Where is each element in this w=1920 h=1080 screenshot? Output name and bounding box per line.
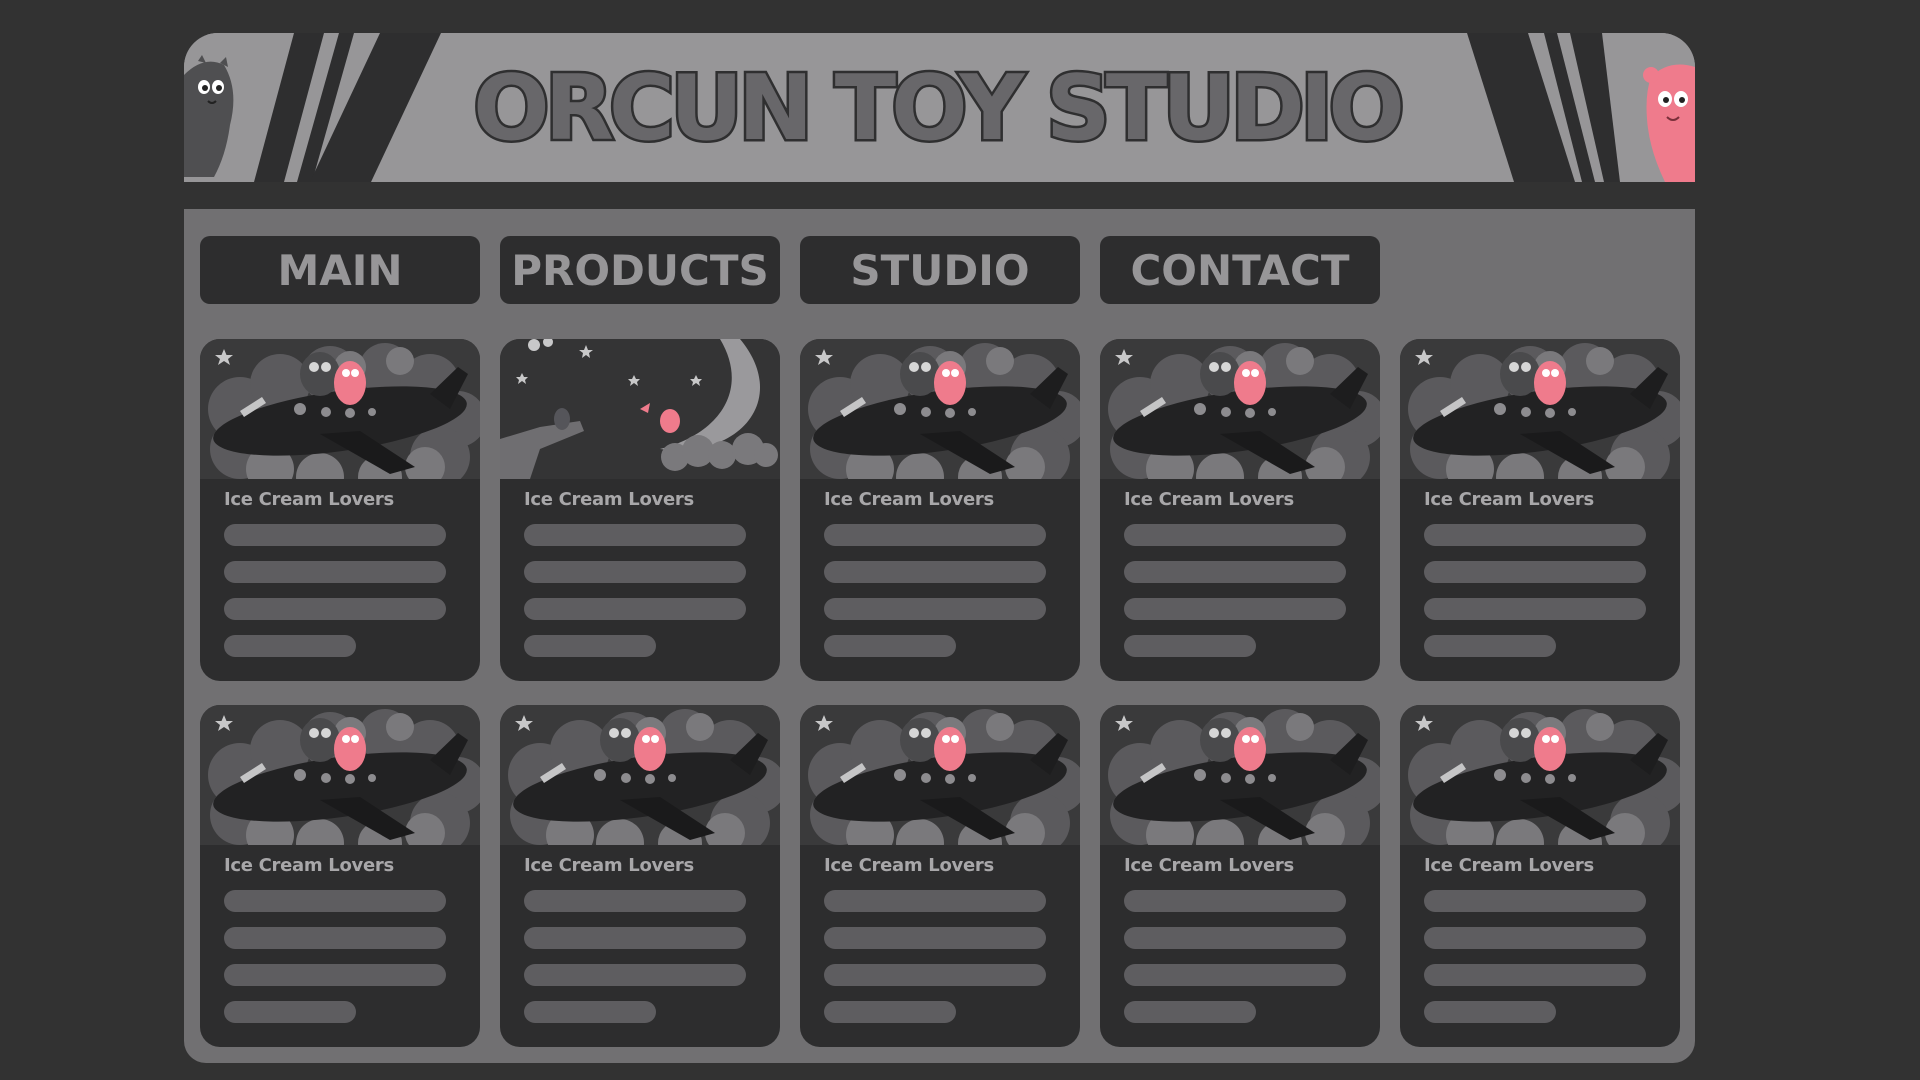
text-placeholder-line: [1124, 1001, 1256, 1023]
airplane-monsters-illustration: [1100, 339, 1380, 479]
card-title: Ice Cream Lovers: [224, 489, 394, 510]
text-placeholder-line: [224, 927, 446, 949]
airplane-monsters-illustration: [800, 339, 1080, 479]
text-placeholder-line: [524, 964, 746, 986]
content-panel: MAIN PRODUCTS STUDIO CONTACT Ice Cream L…: [184, 209, 1695, 1063]
text-placeholder-line: [224, 524, 446, 546]
product-card[interactable]: Ice Cream Lovers: [1400, 705, 1680, 1047]
product-card[interactable]: Ice Cream Lovers: [200, 705, 480, 1047]
product-card[interactable]: Ice Cream Lovers: [1100, 705, 1380, 1047]
airplane-monsters-illustration: [1400, 705, 1680, 845]
text-placeholder-line: [824, 598, 1046, 620]
text-placeholder-line: [224, 635, 356, 657]
text-placeholder-line: [1124, 927, 1346, 949]
text-placeholder-line: [224, 598, 446, 620]
gray-monster-icon: [184, 55, 234, 177]
product-card[interactable]: Ice Cream Lovers: [800, 705, 1080, 1047]
product-card[interactable]: Ice Cream Lovers: [1100, 339, 1380, 681]
text-placeholder-line: [524, 927, 746, 949]
product-card[interactable]: Ice Cream Lovers: [500, 705, 780, 1047]
text-placeholder-line: [524, 635, 656, 657]
airplane-monsters-illustration: [200, 705, 480, 845]
text-placeholder-line: [824, 964, 1046, 986]
text-placeholder-line: [1424, 890, 1646, 912]
card-title: Ice Cream Lovers: [1124, 855, 1294, 876]
text-placeholder-line: [524, 598, 746, 620]
text-placeholder-line: [224, 890, 446, 912]
airplane-monsters-illustration: [1400, 339, 1680, 479]
site-title[interactable]: ORCUN TOY STUDIO: [471, 54, 1408, 164]
card-title: Ice Cream Lovers: [524, 855, 694, 876]
text-placeholder-line: [224, 1001, 356, 1023]
airplane-monsters-illustration: [500, 705, 780, 845]
text-placeholder-line: [1124, 598, 1346, 620]
card-title: Ice Cream Lovers: [1124, 489, 1294, 510]
text-placeholder-line: [1124, 524, 1346, 546]
main-nav: MAIN PRODUCTS STUDIO CONTACT: [200, 236, 1380, 304]
text-placeholder-line: [1424, 561, 1646, 583]
text-placeholder-line: [1424, 927, 1646, 949]
product-card[interactable]: Ice Cream Lovers: [200, 339, 480, 681]
text-placeholder-line: [1124, 635, 1256, 657]
text-placeholder-line: [224, 964, 446, 986]
text-placeholder-line: [824, 890, 1046, 912]
text-placeholder-line: [224, 561, 446, 583]
page-frame: ORCUN TOY STUDIO MAIN PRODUCTS STUDIO CO…: [184, 33, 1695, 1063]
text-placeholder-line: [824, 927, 1046, 949]
text-placeholder-line: [1424, 598, 1646, 620]
text-placeholder-line: [524, 561, 746, 583]
product-card[interactable]: Ice Cream Lovers: [500, 339, 780, 681]
text-placeholder-line: [524, 890, 746, 912]
product-grid: Ice Cream Lovers Ice Cream Lovers Ice Cr…: [200, 339, 1680, 1047]
product-card[interactable]: Ice Cream Lovers: [800, 339, 1080, 681]
nav-main-button[interactable]: MAIN: [200, 236, 480, 304]
card-title: Ice Cream Lovers: [824, 855, 994, 876]
text-placeholder-line: [824, 1001, 956, 1023]
airplane-monsters-illustration: [800, 705, 1080, 845]
card-title: Ice Cream Lovers: [1424, 489, 1594, 510]
airplane-monsters-illustration: [200, 339, 480, 479]
card-title: Ice Cream Lovers: [1424, 855, 1594, 876]
text-placeholder-line: [524, 524, 746, 546]
nav-products-button[interactable]: PRODUCTS: [500, 236, 780, 304]
card-title: Ice Cream Lovers: [824, 489, 994, 510]
card-title: Ice Cream Lovers: [224, 855, 394, 876]
text-placeholder-line: [1124, 964, 1346, 986]
text-placeholder-line: [824, 635, 956, 657]
product-card[interactable]: Ice Cream Lovers: [1400, 339, 1680, 681]
text-placeholder-line: [824, 524, 1046, 546]
text-placeholder-line: [1424, 635, 1556, 657]
text-placeholder-line: [1124, 890, 1346, 912]
pink-monster-icon: [1643, 64, 1695, 182]
airplane-monsters-illustration: [1100, 705, 1380, 845]
site-header: ORCUN TOY STUDIO: [184, 33, 1695, 182]
text-placeholder-line: [524, 1001, 656, 1023]
text-placeholder-line: [1424, 524, 1646, 546]
card-title: Ice Cream Lovers: [524, 489, 694, 510]
text-placeholder-line: [1124, 561, 1346, 583]
text-placeholder-line: [1424, 1001, 1556, 1023]
nav-studio-button[interactable]: STUDIO: [800, 236, 1080, 304]
text-placeholder-line: [824, 561, 1046, 583]
text-placeholder-line: [1424, 964, 1646, 986]
moon-night-illustration: [500, 339, 780, 479]
nav-contact-button[interactable]: CONTACT: [1100, 236, 1380, 304]
